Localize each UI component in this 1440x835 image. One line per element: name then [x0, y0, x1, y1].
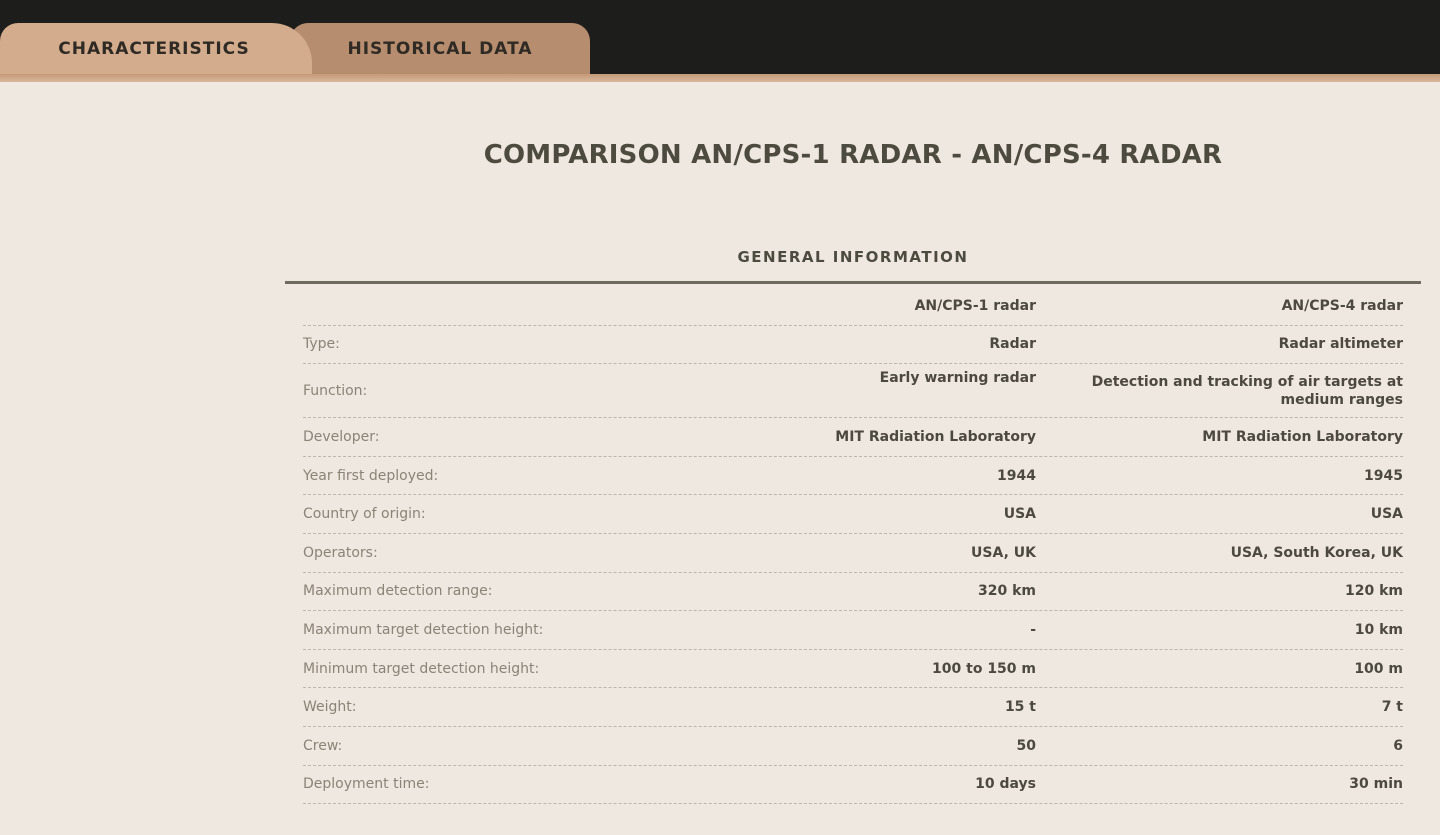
- table-row: Weight: 15 t 7 t: [303, 688, 1403, 727]
- row-value-b: 30 min: [1349, 776, 1403, 793]
- table-row: Crew: 50 6: [303, 727, 1403, 766]
- row-value-a: 100 to 150 m: [932, 660, 1036, 677]
- row-value-b: USA: [1370, 506, 1403, 523]
- table-header-row: AN/CPS-1 radar AN/CPS-4 radar: [303, 287, 1403, 326]
- section-title: GENERAL INFORMATION: [737, 248, 969, 266]
- row-value-a: MIT Radiation Laboratory: [835, 428, 1036, 445]
- comparison-table: AN/CPS-1 radar AN/CPS-4 radar Type: Rada…: [303, 287, 1403, 805]
- row-label: Maximum target detection height:: [303, 621, 544, 638]
- row-label: Developer:: [303, 428, 380, 445]
- table-row: Operators: USA, UK USA, South Korea, UK: [303, 534, 1403, 573]
- row-value-b: 120 km: [1345, 583, 1403, 600]
- table-row: Country of origin: USA USA: [303, 495, 1403, 534]
- row-value-a: Early warning radar: [879, 370, 1036, 387]
- table-row: Year first deployed: 1944 1945: [303, 457, 1403, 496]
- row-value-b: 10 km: [1354, 621, 1403, 638]
- row-value-a: 10 days: [975, 776, 1036, 793]
- row-value-b: 6: [1393, 737, 1403, 754]
- row-value-a: 15 t: [1004, 699, 1036, 716]
- row-label: Operators:: [303, 544, 378, 561]
- header-radar-a: AN/CPS-1 radar: [914, 297, 1036, 314]
- tab-underline: [0, 74, 1440, 82]
- table-row: Type: Radar Radar altimeter: [303, 326, 1403, 365]
- row-value-a: 50: [1016, 737, 1036, 754]
- tab-historical-data[interactable]: HISTORICAL DATA: [290, 23, 590, 75]
- row-value-a: -: [1030, 621, 1036, 638]
- table-row: Deployment time: 10 days 30 min: [303, 766, 1403, 805]
- row-value-b: 7 t: [1381, 699, 1403, 716]
- header-radar-b: AN/CPS-4 radar: [1281, 297, 1403, 314]
- row-value-a: USA: [1003, 506, 1036, 523]
- row-label: Weight:: [303, 699, 357, 716]
- tab-characteristics[interactable]: CHARACTERISTICS: [0, 23, 312, 75]
- tab-historical-data-label: HISTORICAL DATA: [347, 39, 533, 59]
- row-value-b: Radar altimeter: [1278, 336, 1403, 353]
- content-panel: COMPARISON AN/CPS-1 RADAR - AN/CPS-4 RAD…: [0, 82, 1440, 835]
- table-row: Minimum target detection height: 100 to …: [303, 650, 1403, 689]
- row-label: Minimum target detection height:: [303, 660, 540, 677]
- row-label: Crew:: [303, 737, 343, 754]
- row-label: Deployment time:: [303, 776, 430, 793]
- row-label: Function:: [303, 382, 368, 399]
- row-label: Maximum detection range:: [303, 583, 493, 600]
- table-row: Developer: MIT Radiation Laboratory MIT …: [303, 418, 1403, 457]
- row-value-b: 100 m: [1354, 660, 1403, 677]
- row-value-a: Radar: [989, 336, 1036, 353]
- tab-characteristics-label: CHARACTERISTICS: [58, 39, 250, 59]
- row-value-b: USA, South Korea, UK: [1230, 544, 1403, 561]
- row-label: Country of origin:: [303, 506, 426, 523]
- row-value-a: 320 km: [978, 583, 1036, 600]
- row-value-a: 1944: [997, 467, 1036, 484]
- table-row: Function: Early warning radar Detection …: [303, 364, 1403, 419]
- table-row: Maximum detection range: 320 km 120 km: [303, 573, 1403, 612]
- section-divider: [285, 281, 1421, 284]
- row-value-a: USA, UK: [971, 544, 1036, 561]
- row-value-b: Detection and tracking of air targets at…: [1091, 373, 1403, 408]
- row-value-b: 1945: [1364, 467, 1403, 484]
- page-title: COMPARISON AN/CPS-1 RADAR - AN/CPS-4 RAD…: [483, 140, 1223, 170]
- row-label: Year first deployed:: [303, 467, 439, 484]
- row-label: Type:: [303, 336, 340, 353]
- row-value-b: MIT Radiation Laboratory: [1202, 428, 1403, 445]
- table-row: Maximum target detection height: - 10 km: [303, 611, 1403, 650]
